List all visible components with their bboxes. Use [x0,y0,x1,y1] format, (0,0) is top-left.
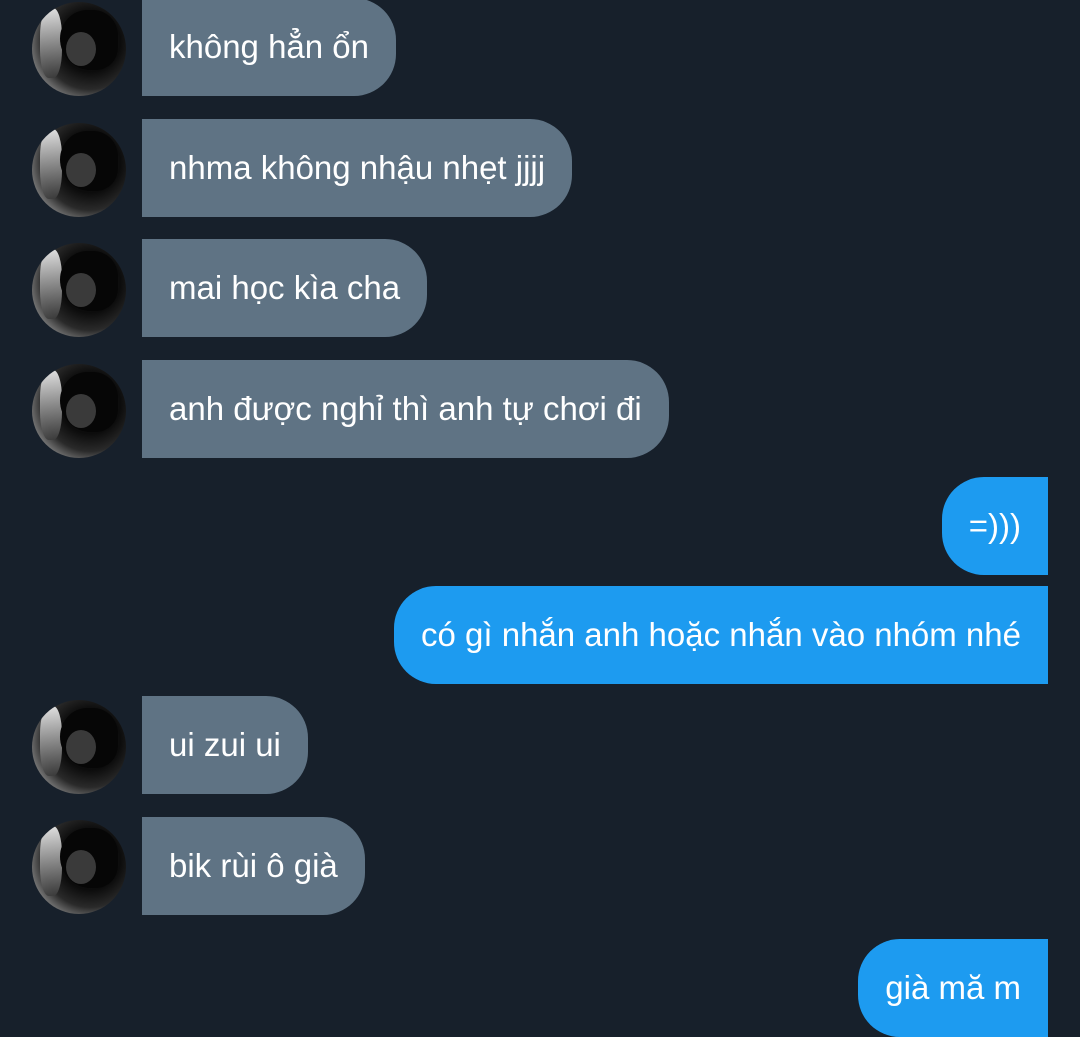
avatar-photo-face [66,32,96,66]
avatar-photo-highlight [40,249,62,319]
avatar-photo-highlight [40,8,62,78]
incoming-message[interactable]: nhma không nhậu nhẹt jjjj [142,119,573,217]
avatar-photo-face [66,394,96,428]
sender-avatar[interactable] [32,364,126,458]
incoming-message[interactable]: mai học kìa cha [142,239,428,337]
incoming-message[interactable]: bik rùi ô già [142,817,365,915]
avatar-photo-face [66,850,96,884]
outgoing-message[interactable]: có gì nhắn anh hoặc nhắn vào nhóm nhé [394,586,1048,684]
sender-avatar[interactable] [32,700,126,794]
incoming-message[interactable]: ui zui ui [142,696,308,794]
avatar-photo-face [66,153,96,187]
incoming-message[interactable]: không hẳn ổn [142,0,397,96]
outgoing-message[interactable]: già mă m [858,939,1048,1037]
incoming-message[interactable]: anh được nghỉ thì anh tự chơi đi [142,360,669,458]
sender-avatar[interactable] [32,820,126,914]
sender-avatar[interactable] [32,2,126,96]
avatar-photo-highlight [40,826,62,896]
chat-conversation[interactable]: không hẳn ổn nhma không nhậu nhẹt jjjj m… [0,0,1080,1037]
sender-avatar[interactable] [32,123,126,217]
avatar-photo-face [66,273,96,307]
avatar-photo-highlight [40,129,62,199]
outgoing-message[interactable]: =))) [941,477,1048,575]
sender-avatar[interactable] [32,243,126,337]
avatar-photo-face [66,730,96,764]
avatar-photo-highlight [40,706,62,776]
avatar-photo-highlight [40,370,62,440]
